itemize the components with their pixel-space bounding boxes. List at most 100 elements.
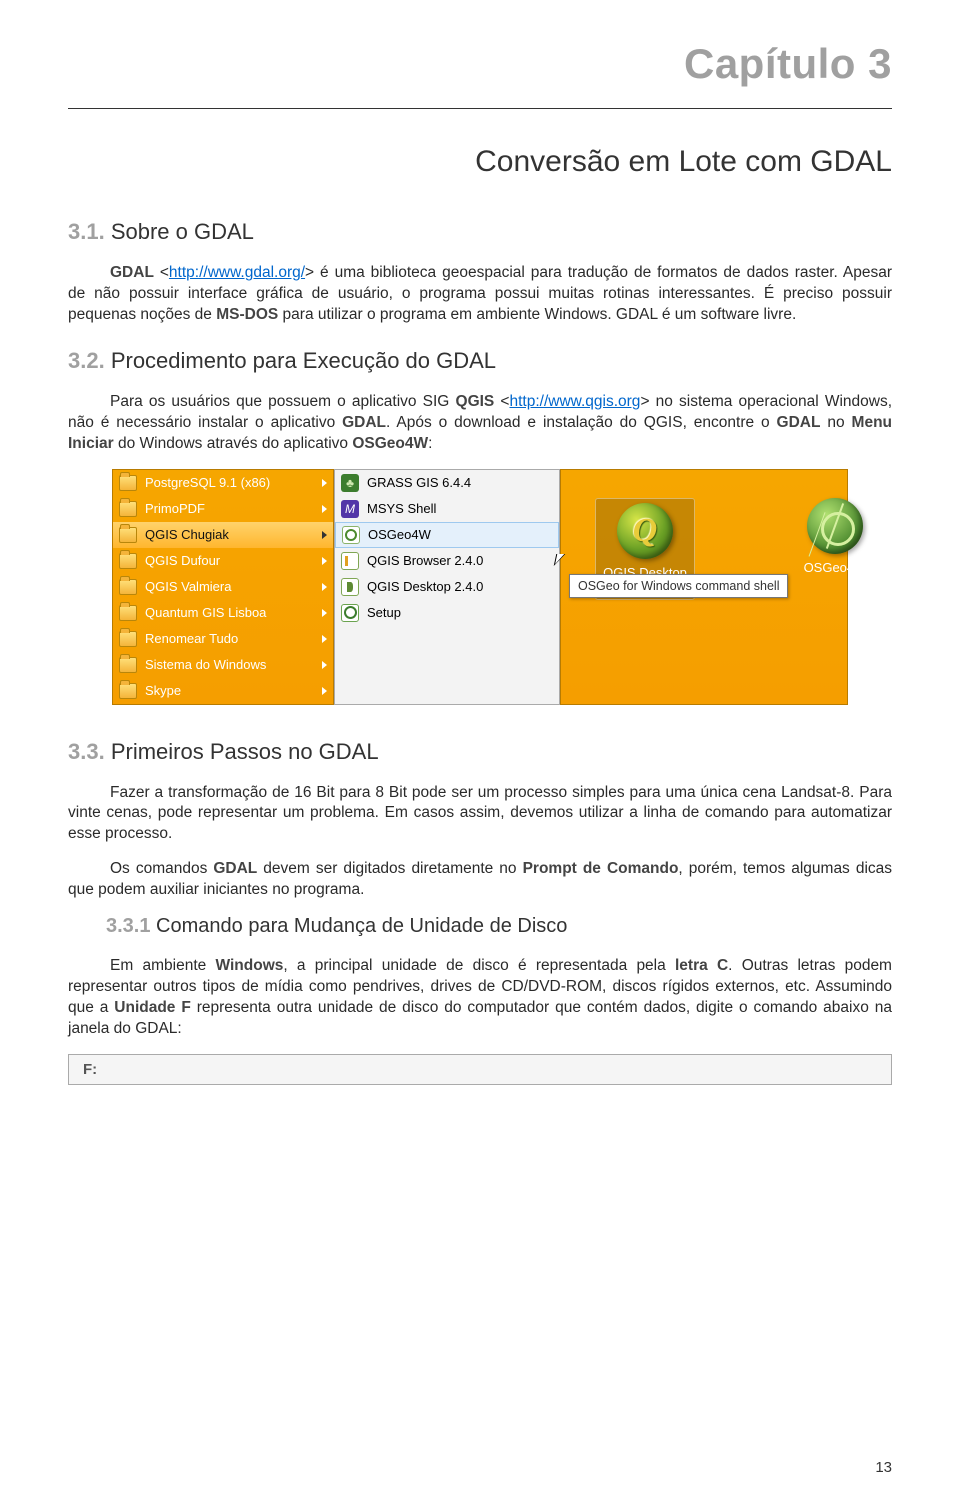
heading-number: 3.3.1 [106, 915, 150, 937]
folder-icon [119, 631, 137, 647]
text-bold: OSGeo4W [352, 435, 428, 452]
heading-number: 3.1. [68, 219, 105, 244]
text-bold: GDAL [342, 414, 386, 431]
chevron-right-icon [322, 687, 327, 695]
submenu-msys[interactable]: M MSYS Shell [335, 496, 559, 522]
text: Em ambiente [110, 957, 215, 974]
submenu-qgis-desktop[interactable]: QGIS Desktop 2.4.0 [335, 574, 559, 600]
start-menu-col1: PostgreSQL 9.1 (x86) PrimoPDF QGIS Chugi… [112, 469, 334, 705]
chevron-right-icon [322, 479, 327, 487]
page-number: 13 [875, 1459, 892, 1476]
text: : [428, 435, 432, 452]
menu-label: QGIS Desktop 2.4.0 [367, 579, 483, 594]
menu-item-skype[interactable]: Skype [113, 678, 333, 704]
submenu-grass[interactable]: ♣ GRASS GIS 6.4.4 [335, 470, 559, 496]
menu-label: OSGeo4W [368, 527, 431, 542]
heading-text: Sobre o GDAL [105, 219, 254, 244]
menu-label: Setup [367, 605, 401, 620]
qgis-browser-icon [341, 552, 359, 570]
desktop-icon-osgeo4w[interactable]: OSGeo4W [785, 498, 885, 600]
text: Os comandos [110, 860, 213, 877]
text-bold: GDAL [110, 264, 154, 281]
heading-number: 3.3. [68, 739, 105, 764]
heading-3-3: 3.3. Primeiros Passos no GDAL [68, 739, 892, 765]
menu-item-qgis-valmiera[interactable]: QGIS Valmiera [113, 574, 333, 600]
chevron-right-icon [322, 531, 327, 539]
main-title: Conversão em Lote com GDAL [68, 145, 892, 179]
chevron-right-icon [322, 635, 327, 643]
heading-number: 3.2. [68, 348, 105, 373]
menu-label: Skype [145, 683, 181, 698]
submenu-qgis-browser[interactable]: QGIS Browser 2.4.0 [335, 548, 559, 574]
folder-icon [119, 501, 137, 517]
msys-icon: M [341, 500, 359, 518]
text: , a principal unidade de disco é represe… [283, 957, 675, 974]
menu-label: QGIS Chugiak [145, 527, 229, 542]
menu-label: QGIS Dufour [145, 553, 220, 568]
chevron-right-icon [322, 661, 327, 669]
menu-item-quantum-gis[interactable]: Quantum GIS Lisboa [113, 600, 333, 626]
menu-item-primopdf[interactable]: PrimoPDF [113, 496, 333, 522]
link-gdal[interactable]: http://www.gdal.org/ [169, 264, 305, 281]
heading-3-3-1: 3.3.1 Comando para Mudança de Unidade de… [106, 915, 892, 938]
menu-label: Quantum GIS Lisboa [145, 605, 266, 620]
heading-text: Comando para Mudança de Unidade de Disco [150, 915, 567, 937]
menu-item-qgis-chugiak[interactable]: QGIS Chugiak [113, 522, 333, 548]
heading-text: Primeiros Passos no GDAL [105, 739, 379, 764]
menu-label: PostgreSQL 9.1 (x86) [145, 475, 270, 490]
chevron-right-icon [322, 609, 327, 617]
folder-icon [119, 579, 137, 595]
qgis-desktop-icon [341, 578, 359, 596]
submenu-setup[interactable]: Setup [335, 600, 559, 626]
separator [68, 108, 892, 109]
heading-3-2: 3.2. Procedimento para Execução do GDAL [68, 348, 892, 374]
link-qgis[interactable]: http://www.qgis.org [509, 393, 640, 410]
paragraph: Os comandos GDAL devem ser digitados dir… [68, 859, 892, 901]
folder-icon [119, 605, 137, 621]
paragraph: Fazer a transformação de 16 Bit para 8 B… [68, 783, 892, 846]
text: representa outra unidade de disco do com… [68, 999, 892, 1037]
text-bold: GDAL [777, 414, 821, 431]
folder-icon [119, 527, 137, 543]
grass-icon: ♣ [341, 474, 359, 492]
text: Para os usuários que possuem o aplicativ… [110, 393, 456, 410]
menu-item-renomear[interactable]: Renomear Tudo [113, 626, 333, 652]
chevron-right-icon [322, 505, 327, 513]
menu-label: PrimoPDF [145, 501, 205, 516]
text-bold: MS-DOS [216, 306, 278, 323]
text: para utilizar o programa em ambiente Win… [278, 306, 796, 323]
tooltip: OSGeo for Windows command shell [569, 574, 788, 598]
osgeo-logo-icon [807, 498, 863, 554]
text: no [820, 414, 851, 431]
menu-item-sistema[interactable]: Sistema do Windows [113, 652, 333, 678]
menu-label: GRASS GIS 6.4.4 [367, 475, 471, 490]
text-bold: Unidade F [114, 999, 191, 1016]
folder-icon [119, 553, 137, 569]
text: < [154, 264, 169, 281]
submenu-osgeo4w[interactable]: OSGeo4W [335, 522, 559, 548]
command-text: F: [83, 1061, 97, 1078]
menu-item-qgis-dufour[interactable]: QGIS Dufour [113, 548, 333, 574]
text: devem ser digitados diretamente no [257, 860, 522, 877]
text: < [494, 393, 509, 410]
text-bold: Windows [215, 957, 283, 974]
text: . Após o download e instalação do QGIS, … [386, 414, 777, 431]
chevron-right-icon [322, 583, 327, 591]
text-bold: GDAL [213, 860, 257, 877]
menu-screenshot: PostgreSQL 9.1 (x86) PrimoPDF QGIS Chugi… [112, 469, 848, 705]
heading-text: Procedimento para Execução do GDAL [105, 348, 496, 373]
text: do Windows através do aplicativo [114, 435, 353, 452]
icon-label: OSGeo4W [785, 560, 885, 575]
heading-3-1: 3.1. Sobre o GDAL [68, 219, 892, 245]
menu-item-postgresql[interactable]: PostgreSQL 9.1 (x86) [113, 470, 333, 496]
osgeo-icon [342, 526, 360, 544]
menu-label: Sistema do Windows [145, 657, 266, 672]
start-menu-col2: ♣ GRASS GIS 6.4.4 M MSYS Shell OSGeo4W QGI… [334, 469, 560, 705]
paragraph: Em ambiente Windows, a principal unidade… [68, 956, 892, 1040]
menu-label: MSYS Shell [367, 501, 436, 516]
menu-label: QGIS Browser 2.4.0 [367, 553, 483, 568]
text-bold: Prompt de Comando [523, 860, 679, 877]
qgis-logo-icon [617, 503, 673, 559]
paragraph: GDAL <http://www.gdal.org/> é uma biblio… [68, 263, 892, 326]
folder-icon [119, 475, 137, 491]
